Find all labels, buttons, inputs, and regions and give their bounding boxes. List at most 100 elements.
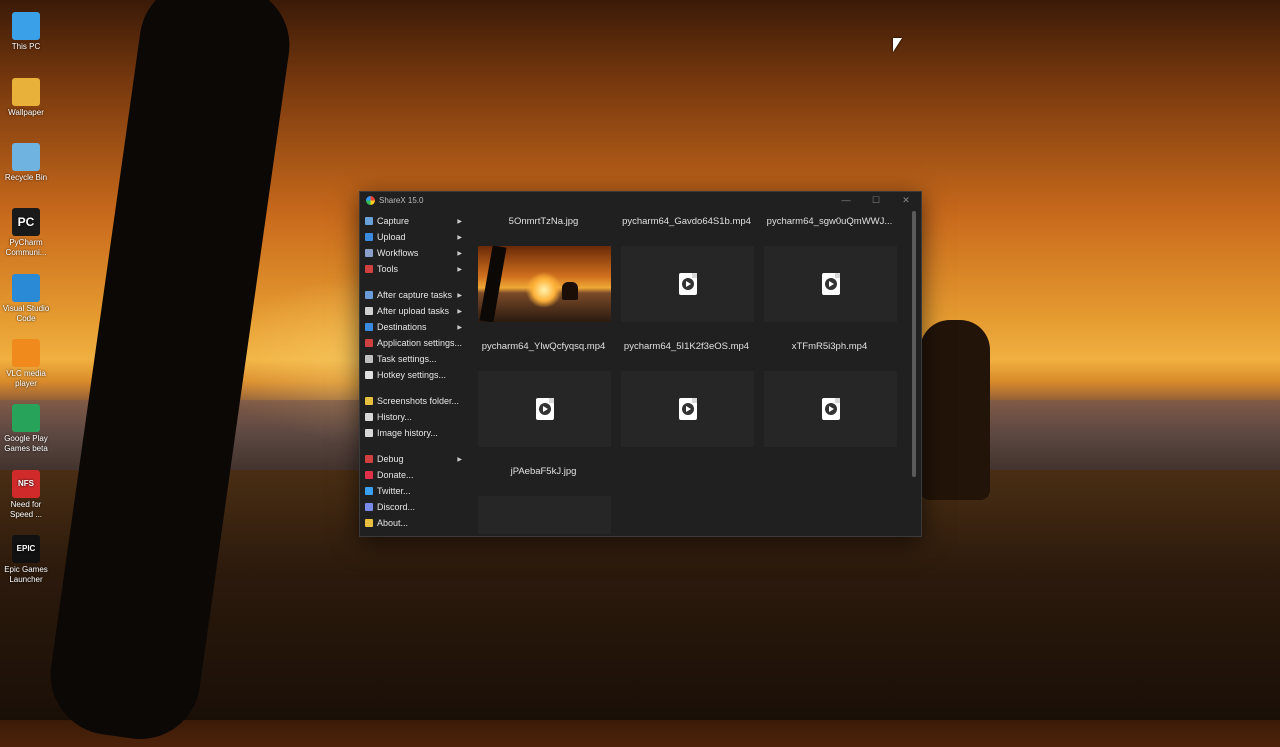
menu-separator xyxy=(360,277,472,287)
menu-item-label: Image history... xyxy=(377,428,438,438)
google-play-games-icon xyxy=(12,404,40,432)
vscode-icon xyxy=(12,274,40,302)
desktop-icon-label: This PC xyxy=(11,42,41,51)
menu-item[interactable]: Twitter... xyxy=(360,483,472,499)
menu-item[interactable]: After upload tasks ▶ xyxy=(360,303,472,319)
menu-item-label: Tools xyxy=(377,264,399,274)
menu-item[interactable]: Task settings... xyxy=(360,351,472,367)
menu-item[interactable]: About... xyxy=(360,515,472,531)
video-preview xyxy=(621,371,754,447)
file-thumbnail[interactable]: pycharm64_Gavdo64S1b.mp4 xyxy=(618,213,755,333)
twitter-icon xyxy=(365,487,373,495)
vlc-icon xyxy=(12,339,40,367)
menu-item[interactable]: Discord... xyxy=(360,499,472,515)
menu-item[interactable]: Image history... xyxy=(360,425,472,441)
desktop-icon[interactable]: PC PyCharm Communi... xyxy=(2,202,50,258)
menu-item-label: Destinations xyxy=(377,322,427,332)
submenu-arrow-icon: ▶ xyxy=(457,250,462,257)
video-preview xyxy=(764,371,897,447)
file-thumbnail[interactable]: xTFmR5i3ph.mp4 xyxy=(761,338,898,458)
desktop-icon[interactable]: VLC media player xyxy=(2,333,50,389)
file-name: pycharm64_Gavdo64S1b.mp4 xyxy=(622,216,751,227)
minimize-button[interactable]: — xyxy=(831,195,861,206)
sharex-window[interactable]: ShareX 15.0 — ☐ ✕ Capture ▶ Upload ▶ Workflo… xyxy=(359,191,922,537)
menu-item[interactable]: Capture ▶ xyxy=(360,213,472,229)
application-settings-icon xyxy=(365,339,373,347)
menu-item-label: Donate... xyxy=(377,470,414,480)
menu-item-label: Workflows xyxy=(377,248,419,258)
menu-item[interactable]: After capture tasks ▶ xyxy=(360,287,472,303)
desktop-icon-label: Recycle Bin xyxy=(4,173,48,182)
submenu-arrow-icon: ▶ xyxy=(457,308,462,315)
menu-item[interactable]: Screenshots folder... xyxy=(360,393,472,409)
image-history-icon xyxy=(365,429,373,437)
menu-item[interactable]: Destinations ▶ xyxy=(360,319,472,335)
file-thumbnail-grid: 5OnmrtTzNa.jpg pycharm64_Gavdo64S1b.mp4 py… xyxy=(475,213,911,534)
desktop-icon[interactable]: Wallpaper xyxy=(2,72,50,118)
debug-icon xyxy=(365,455,373,463)
tools-icon xyxy=(365,265,373,273)
desktop-icon[interactable]: Recycle Bin xyxy=(2,137,50,183)
video-file-icon xyxy=(678,398,697,420)
epic-games-icon: EPIC xyxy=(12,535,40,563)
file-thumbnail[interactable]: 5OnmrtTzNa.jpg xyxy=(475,213,612,333)
preview-figure xyxy=(562,282,578,300)
after-upload-icon xyxy=(365,307,373,315)
video-preview xyxy=(764,246,897,322)
upload-arrow-icon xyxy=(365,233,373,241)
menu-item-label: Application settings... xyxy=(377,338,463,348)
desktop-icon[interactable]: This PC xyxy=(2,6,50,52)
video-file-icon xyxy=(678,273,697,295)
menu-item-label: History... xyxy=(377,412,412,422)
menu-item[interactable]: Upload ▶ xyxy=(360,229,472,245)
menu-item[interactable]: Debug ▶ xyxy=(360,451,472,467)
menu-item-label: Discord... xyxy=(377,502,416,512)
close-button[interactable]: ✕ xyxy=(891,195,921,206)
discord-icon xyxy=(365,503,373,511)
menu-item[interactable]: Tools ▶ xyxy=(360,261,472,277)
desktop-icon-label: Visual Studio Code xyxy=(2,304,50,323)
submenu-arrow-icon: ▶ xyxy=(457,456,462,463)
file-thumbnail[interactable]: pycharm64_sgw0uQmWWJ... xyxy=(761,213,898,333)
menu-item[interactable]: Hotkey settings... xyxy=(360,367,472,383)
workflows-icon xyxy=(365,249,373,257)
menu-separator xyxy=(360,441,472,451)
maximize-button[interactable]: ☐ xyxy=(861,195,891,206)
screenshots-folder-icon xyxy=(365,397,373,405)
monitor-icon xyxy=(12,12,40,40)
file-thumbnail[interactable]: pycharm64_YlwQcfyqsq.mp4 xyxy=(475,338,612,458)
main-menu: Capture ▶ Upload ▶ Workflows ▶ Tools ▶ After cap… xyxy=(360,213,472,531)
menu-item-label: Upload xyxy=(377,232,406,242)
menu-item-label: About... xyxy=(377,518,409,528)
video-file-icon xyxy=(535,398,554,420)
preview-palm xyxy=(479,246,507,322)
menu-item[interactable]: Application settings... xyxy=(360,335,472,351)
file-name: xTFmR5i3ph.mp4 xyxy=(791,341,868,352)
grid-scrollbar[interactable] xyxy=(912,211,916,477)
menu-item[interactable]: Workflows ▶ xyxy=(360,245,472,261)
desktop-icon[interactable]: Visual Studio Code xyxy=(2,268,50,324)
menu-separator xyxy=(360,383,472,393)
submenu-arrow-icon: ▶ xyxy=(457,234,462,241)
desktop-icon-label: VLC media player xyxy=(6,369,46,388)
menu-item-label: Debug xyxy=(377,454,404,464)
menu-item-label: After upload tasks xyxy=(377,306,450,316)
file-name: jPAebaF5kJ.jpg xyxy=(510,466,577,477)
desktop-icon-label: Epic Games Launcher xyxy=(4,565,48,584)
desktop-icon[interactable]: NFS Need for Speed ... xyxy=(2,464,50,520)
file-name: pycharm64_sgw0uQmWWJ... xyxy=(766,216,893,227)
file-thumbnail[interactable]: jPAebaF5kJ.jpg xyxy=(475,463,612,534)
menu-item-label: Screenshots folder... xyxy=(377,396,460,406)
recycle-bin-icon xyxy=(12,143,40,171)
need-for-speed-icon: NFS xyxy=(12,470,40,498)
sharex-logo-icon xyxy=(366,196,375,205)
menu-item[interactable]: History... xyxy=(360,409,472,425)
desktop-icon[interactable]: Google Play Games beta xyxy=(2,398,50,454)
image-file-preview xyxy=(478,496,611,534)
menu-item[interactable]: Donate... xyxy=(360,467,472,483)
desktop-icon[interactable]: EPIC Epic Games Launcher xyxy=(2,529,50,585)
desktop-icon-label: Wallpaper xyxy=(8,108,44,117)
file-thumbnail[interactable]: pycharm64_5I1K2f3eOS.mp4 xyxy=(618,338,755,458)
video-file-icon xyxy=(821,273,840,295)
title-bar[interactable]: ShareX 15.0 — ☐ ✕ xyxy=(360,192,921,209)
